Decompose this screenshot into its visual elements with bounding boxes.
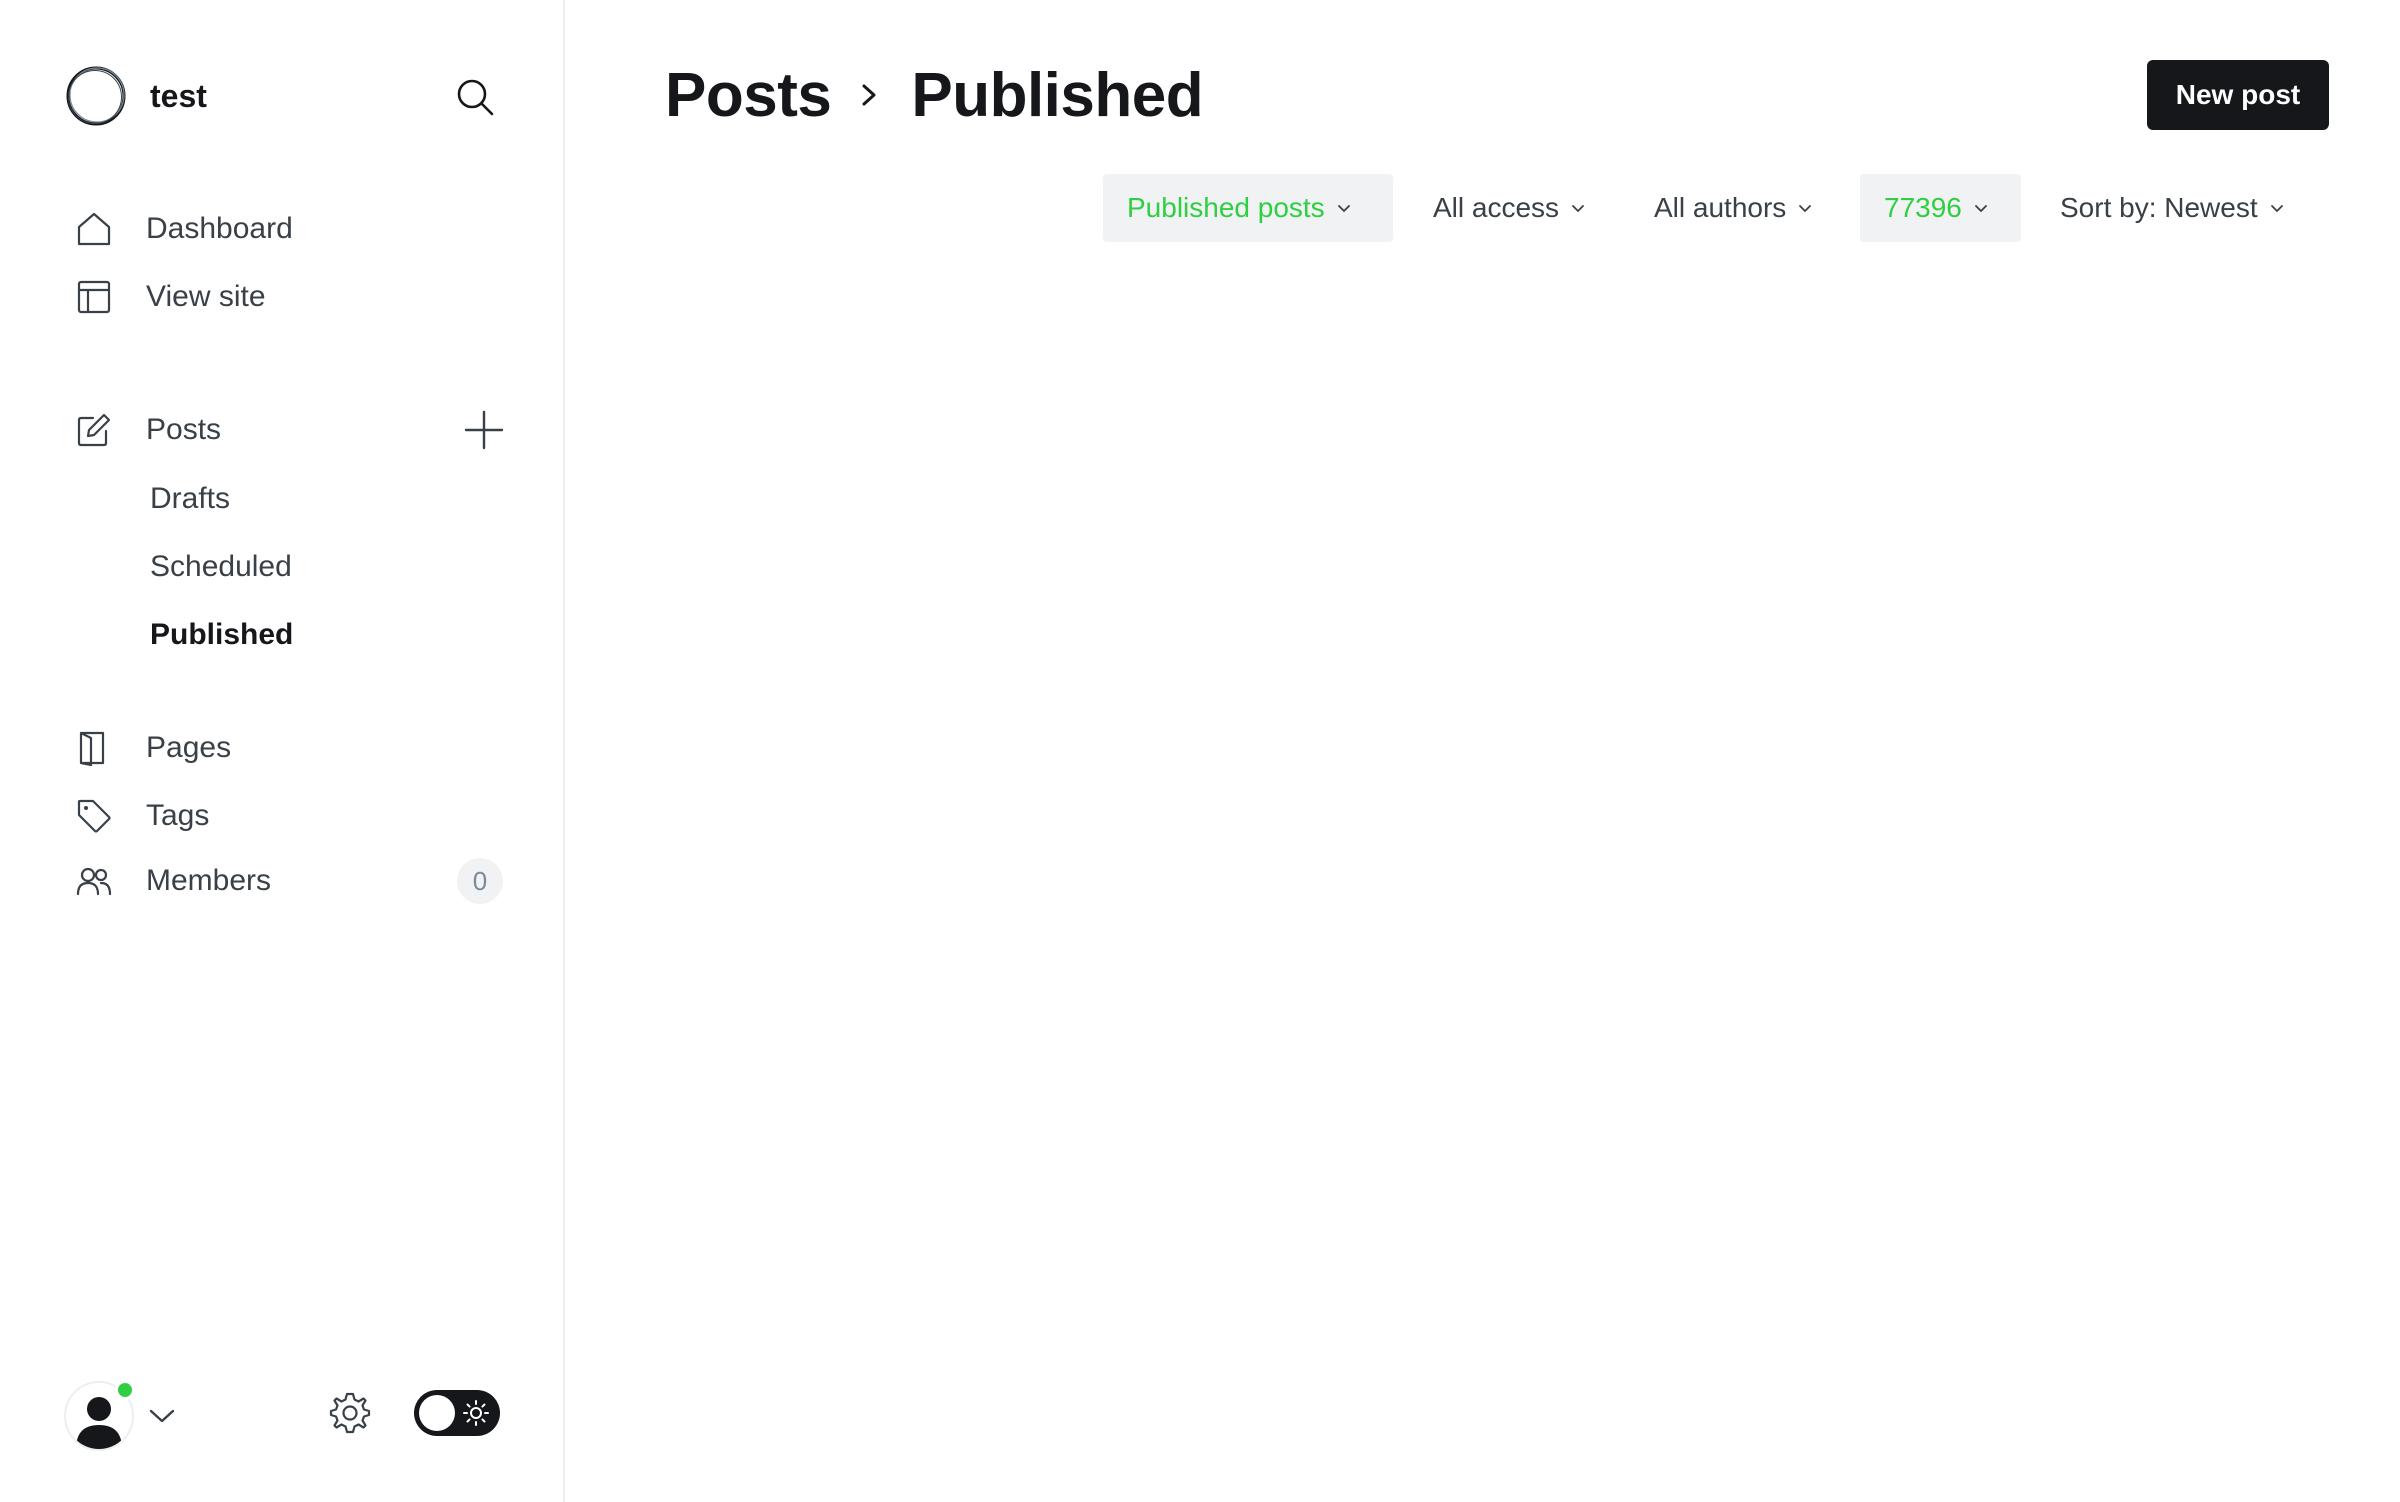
sidebar-item-view-site[interactable]: View site <box>74 269 266 325</box>
filter-tag[interactable]: 77396 <box>1860 174 2021 242</box>
filter-post-type[interactable]: Published posts <box>1103 174 1393 242</box>
theme-toggle-knob <box>419 1395 455 1431</box>
sidebar-item-label: Posts <box>146 413 222 446</box>
chevron-down-icon <box>2270 203 2284 213</box>
layout-icon <box>74 277 114 317</box>
sidebar-item-members[interactable]: Members <box>74 853 271 909</box>
sidebar-item-dashboard[interactable]: Dashboard <box>74 201 293 257</box>
online-status-indicator <box>115 1380 135 1400</box>
sidebar: test Dashboard View site Posts Drafts Sc… <box>0 0 565 1502</box>
page-icon <box>74 728 114 768</box>
settings-button[interactable] <box>327 1390 373 1436</box>
sidebar-item-label: Members <box>146 864 272 897</box>
filter-access[interactable]: All access <box>1433 174 1585 242</box>
search-icon <box>457 79 494 116</box>
members-icon <box>74 861 114 901</box>
theme-toggle[interactable] <box>414 1390 500 1436</box>
new-post-button[interactable]: New post <box>2147 60 2329 130</box>
sidebar-subitem-published[interactable]: Published <box>150 609 293 661</box>
sidebar-item-label: Tags <box>146 799 210 832</box>
filter-label: All authors <box>1654 192 1787 223</box>
chevron-right-icon <box>855 75 885 115</box>
filter-label: All access <box>1433 192 1560 223</box>
add-post-button[interactable] <box>462 408 506 452</box>
gear-icon <box>329 1392 371 1434</box>
sidebar-item-pages[interactable]: Pages <box>74 720 231 776</box>
edit-icon <box>74 410 114 450</box>
chevron-down-icon <box>1798 203 1812 213</box>
filter-authors[interactable]: All authors <box>1654 174 1812 242</box>
site-brand[interactable]: test <box>64 64 207 128</box>
sidebar-subitem-drafts[interactable]: Drafts <box>150 473 230 525</box>
search-button[interactable] <box>452 74 498 120</box>
site-name: test <box>150 77 207 114</box>
filter-sort[interactable]: Sort by: Newest <box>2060 174 2284 242</box>
members-count-badge: 0 <box>457 858 503 904</box>
sidebar-item-label: Pages <box>146 731 232 764</box>
plus-icon <box>464 410 504 450</box>
sidebar-subitem-scheduled[interactable]: Scheduled <box>150 541 292 593</box>
breadcrumb-root[interactable]: Posts <box>665 60 832 131</box>
user-menu-toggle[interactable] <box>148 1404 176 1428</box>
home-icon <box>74 209 114 249</box>
chevron-down-icon <box>1571 203 1585 213</box>
filter-label: Published posts <box>1127 192 1325 223</box>
sidebar-item-tags[interactable]: Tags <box>74 788 209 844</box>
site-logo-icon <box>66 66 126 126</box>
breadcrumb-current: Published <box>911 60 1204 130</box>
sun-icon <box>463 1400 489 1426</box>
page-title: Posts Published <box>665 56 1204 134</box>
chevron-down-icon <box>149 1409 175 1423</box>
tag-icon <box>74 796 114 836</box>
sidebar-item-label: View site <box>146 280 266 313</box>
sidebar-item-posts[interactable]: Posts <box>74 402 221 458</box>
chevron-down-icon <box>1974 203 1988 213</box>
filter-label: Sort by: Newest <box>2060 192 2258 223</box>
chevron-down-icon <box>1337 203 1351 213</box>
sidebar-item-label: Dashboard <box>146 212 293 245</box>
filter-label: 77396 <box>1884 192 1962 223</box>
